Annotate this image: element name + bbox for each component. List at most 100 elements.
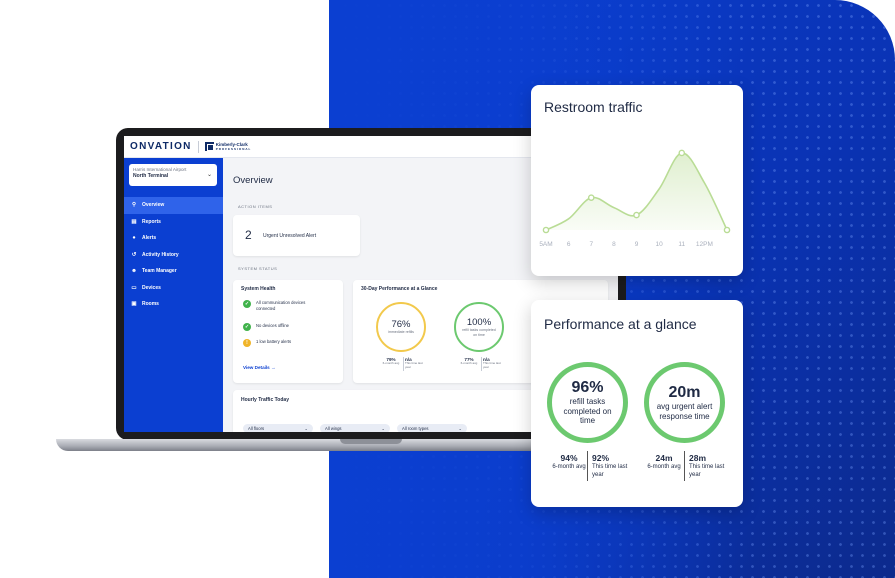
check-icon: ✓ [243,323,251,331]
page-title: Overview [233,175,273,186]
health-text: All communication devices connected [256,300,306,311]
performance-panel: Performance at a glance 96% refill tasks… [531,300,743,507]
sidebar-nav: ⚲ Overview ▤ Reports ● Alerts ↺ Activity… [124,197,223,313]
chevron-down-icon: ⌄ [304,426,308,431]
stat-6-month-avg: 24m 6-month avg [647,453,681,470]
system-status-label: SYSTEM STATUS [238,266,278,271]
sidebar-item-label: Overview [142,202,165,209]
sidebar-item-label: Devices [142,284,161,291]
sidebar-item-alerts[interactable]: ● Alerts [124,230,223,247]
traffic-point[interactable] [587,194,595,201]
chevron-down-icon: ⌄ [381,426,385,431]
chevron-down-icon: ⌄ [458,426,462,431]
system-health-card: System Health ✓ All communication device… [233,280,343,383]
stat-6-month-avg: 94% 6-month avg [552,453,586,470]
x-tick-label: 6 [566,241,571,248]
x-tick-label: 9 [634,241,639,248]
sidebar: Harris International Airport North Termi… [124,158,223,432]
partner-logo: Kimberly-Clark PROFESSIONAL [204,141,252,152]
chevron-down-icon: ⌄ [206,172,212,178]
response-time-ring: 20m avg urgent alert response time [644,362,725,443]
sidebar-item-rooms[interactable]: ▣ Rooms [124,296,223,313]
x-tick-label: 12PM [695,241,713,248]
action-count: 2 [245,228,252,242]
overview-icon: ⚲ [131,202,137,209]
stat-divider [403,357,404,371]
sidebar-item-devices[interactable]: ▭ Devices [124,280,223,297]
x-tick-label: 5AM [539,241,553,248]
action-items-label: ACTION ITEMS [238,204,273,209]
traffic-point[interactable] [723,226,731,234]
hourly-traffic-title: Hourly Traffic Today [241,397,289,403]
ring-value: 96% [571,379,604,397]
location-airport: Harris International Airport [133,167,187,172]
health-row: ✓ No devices offline [243,323,316,331]
traffic-point[interactable] [678,149,686,157]
room-types-filter[interactable]: All room types ⌄ [397,424,467,432]
mini-stat: n/a This time last year [483,357,501,369]
sidebar-item-label: Alerts [142,235,157,242]
traffic-area [546,152,727,230]
sidebar-item-activity-history[interactable]: ↺ Activity History [124,247,223,264]
sidebar-item-label: Activity History [142,251,179,258]
ring-label: refill tasks completed on time [563,397,612,426]
view-details-link[interactable]: View Details → [243,365,276,370]
sidebar-item-overview[interactable]: ⚲ Overview [124,197,223,214]
ring-value: 100% [466,317,492,329]
wings-filter[interactable]: All wings ⌄ [320,424,390,432]
alerts-icon: ● [132,235,136,242]
health-row: ✓ All communication devices connected [243,300,316,311]
warning-icon: ! [243,339,251,347]
traffic-point[interactable] [542,226,550,234]
check-icon: ✓ [243,300,251,308]
partner-name: Kimberly-Clark [215,141,248,147]
x-tick-label: 7 [589,241,594,248]
performance-title: Performance at a glance [544,316,697,332]
x-tick-label: 8 [612,241,616,248]
floors-filter[interactable]: All floors ⌄ [243,424,313,432]
health-text: 1 low battery alerts [256,339,292,344]
system-health-title: System Health [241,286,276,292]
stat-divider [481,357,482,371]
sidebar-item-label: Rooms [142,301,159,308]
stat-divider [587,451,588,481]
performance-30day-title: 30-Day Performance at a Glance [361,286,438,292]
action-item-card[interactable]: 2 Urgent Unresolved Alert [233,215,360,256]
stat-divider [684,451,685,481]
sidebar-item-label: Reports [142,218,161,225]
reports-icon: ▤ [131,218,137,225]
sidebar-item-label: Team Manager [142,268,177,275]
partner-sub: PROFESSIONAL [215,146,252,151]
immediate-refills-ring: 76% immediate refills [376,302,426,352]
ring-label: immediate refills [388,330,414,335]
ring-label: refill tasks completed on time [462,328,496,337]
mini-stat: 77% 6-month avg [460,357,478,365]
mini-stat: n/a This time last year [405,357,423,369]
brand-divider [197,140,199,153]
health-text: No devices offline [256,323,289,328]
sidebar-item-reports[interactable]: ▤ Reports [124,214,223,231]
location-select[interactable]: Harris International Airport North Termi… [129,164,217,186]
team-icon: ☻ [131,268,137,275]
ring-value: 76% [391,319,411,331]
location-terminal: North Terminal [133,173,169,179]
refill-tasks-ring: 100% refill tasks completed on time [454,302,504,352]
ring-label: avg urgent alert response time [656,402,713,421]
ring-value: 20m [668,384,701,401]
refill-tasks-ring: 96% refill tasks completed on time [547,362,628,443]
laptop-notch [340,439,402,444]
restroom-traffic-panel: Restroom traffic 5AM 6 7 8 9 10 11 12PM [531,85,743,276]
brand-logo: ONVATION [130,141,192,152]
mini-stat: 79% 6-month avg [382,357,400,365]
traffic-point[interactable] [633,211,640,219]
stat-last-year: 92% This time last year [592,453,628,478]
rooms-icon: ▣ [131,301,137,308]
sidebar-item-team-manager[interactable]: ☻ Team Manager [124,263,223,280]
devices-icon: ▭ [131,284,137,291]
history-icon: ↺ [131,251,137,258]
action-text: Urgent Unresolved Alert [263,233,317,239]
partner-logo-icon [204,142,214,151]
health-row: ! 1 low battery alerts [243,339,316,347]
x-tick-label: 10 [655,241,663,248]
stat-last-year: 28m This time last year [689,453,725,478]
